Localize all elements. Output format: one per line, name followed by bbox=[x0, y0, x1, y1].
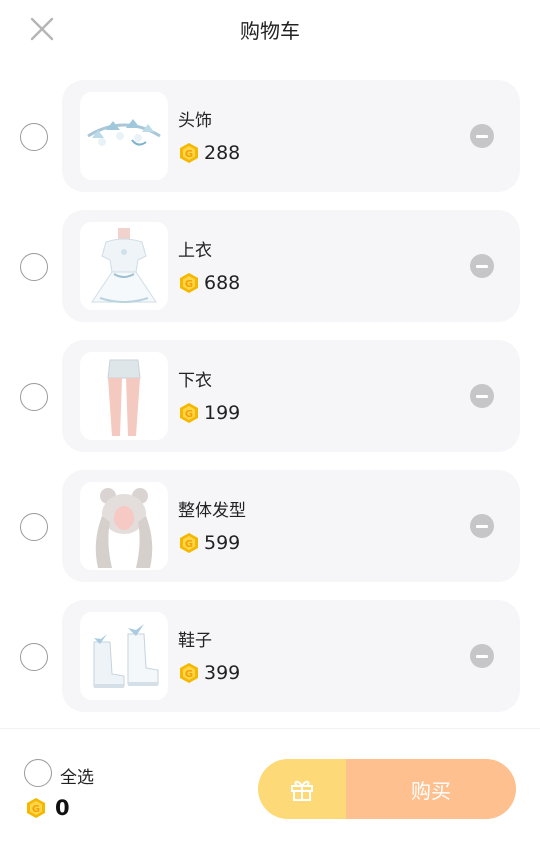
svg-text:G: G bbox=[185, 539, 193, 550]
cart-item: 整体发型 G 599 bbox=[0, 470, 540, 582]
item-price-value: 599 bbox=[204, 532, 241, 554]
item-name: 头饰 bbox=[178, 111, 212, 131]
coin-icon: G bbox=[180, 663, 198, 683]
item-card[interactable]: 整体发型 G 599 bbox=[62, 470, 520, 582]
item-price: G 688 bbox=[178, 270, 240, 296]
coin-icon: G bbox=[180, 403, 198, 423]
cart-item: 鞋子 G 399 bbox=[0, 600, 540, 712]
item-card[interactable]: 鞋子 G 399 bbox=[62, 600, 520, 712]
cart-item: 下衣 G 199 bbox=[0, 340, 540, 452]
item-price: G 399 bbox=[178, 660, 240, 686]
item-select-radio[interactable] bbox=[20, 383, 48, 411]
item-card[interactable]: 头饰 G 288 bbox=[62, 80, 520, 192]
buy-button[interactable]: 购买 bbox=[346, 759, 516, 819]
gift-button[interactable] bbox=[258, 759, 346, 819]
item-thumbnail-hairstyle bbox=[80, 482, 168, 570]
item-price: G 599 bbox=[178, 530, 240, 556]
item-price-value: 688 bbox=[204, 272, 241, 294]
top-bar: 购物车 bbox=[0, 0, 540, 60]
svg-text:G: G bbox=[185, 279, 193, 290]
item-name: 鞋子 bbox=[178, 631, 212, 651]
svg-text:G: G bbox=[185, 669, 193, 680]
page-title: 购物车 bbox=[240, 19, 300, 43]
checkout-bar: 全选 G 0 购买 bbox=[0, 728, 540, 851]
svg-text:G: G bbox=[185, 409, 193, 420]
item-select-radio[interactable] bbox=[20, 643, 48, 671]
gift-icon bbox=[291, 780, 313, 801]
remove-item-button[interactable] bbox=[470, 514, 494, 538]
item-price: G 199 bbox=[178, 400, 240, 426]
svg-text:G: G bbox=[185, 149, 193, 160]
coin-icon: G bbox=[180, 533, 198, 553]
item-price: G 288 bbox=[178, 140, 240, 166]
item-thumbnail-shoes bbox=[80, 612, 168, 700]
svg-text:G: G bbox=[32, 804, 40, 815]
remove-item-button[interactable] bbox=[470, 124, 494, 148]
item-thumbnail-top bbox=[80, 222, 168, 310]
item-card[interactable]: 下衣 G 199 bbox=[62, 340, 520, 452]
item-price-value: 288 bbox=[204, 142, 241, 164]
select-all-radio[interactable] bbox=[24, 759, 52, 787]
item-price-value: 199 bbox=[204, 402, 241, 424]
coin-icon: G bbox=[180, 143, 198, 163]
item-price-value: 399 bbox=[204, 662, 241, 684]
item-name: 整体发型 bbox=[178, 501, 246, 521]
coin-icon: G bbox=[180, 273, 198, 293]
remove-item-button[interactable] bbox=[470, 254, 494, 278]
select-all-label[interactable]: 全选 bbox=[60, 763, 94, 788]
remove-item-button[interactable] bbox=[470, 384, 494, 408]
item-name: 下衣 bbox=[178, 371, 212, 391]
item-select-radio[interactable] bbox=[20, 123, 48, 151]
item-thumbnail-bottoms bbox=[80, 352, 168, 440]
cart-item: 上衣 G 688 bbox=[0, 210, 540, 322]
total-price: G 0 bbox=[25, 796, 70, 820]
action-buttons: 购买 bbox=[258, 759, 516, 819]
item-card[interactable]: 上衣 G 688 bbox=[62, 210, 520, 322]
cart-item: 头饰 G 288 bbox=[0, 80, 540, 192]
item-select-radio[interactable] bbox=[20, 513, 48, 541]
item-name: 上衣 bbox=[178, 241, 212, 261]
item-select-radio[interactable] bbox=[20, 253, 48, 281]
item-thumbnail-headwear bbox=[80, 92, 168, 180]
coin-icon: G bbox=[27, 798, 45, 818]
remove-item-button[interactable] bbox=[470, 644, 494, 668]
total-value: 0 bbox=[55, 796, 70, 820]
